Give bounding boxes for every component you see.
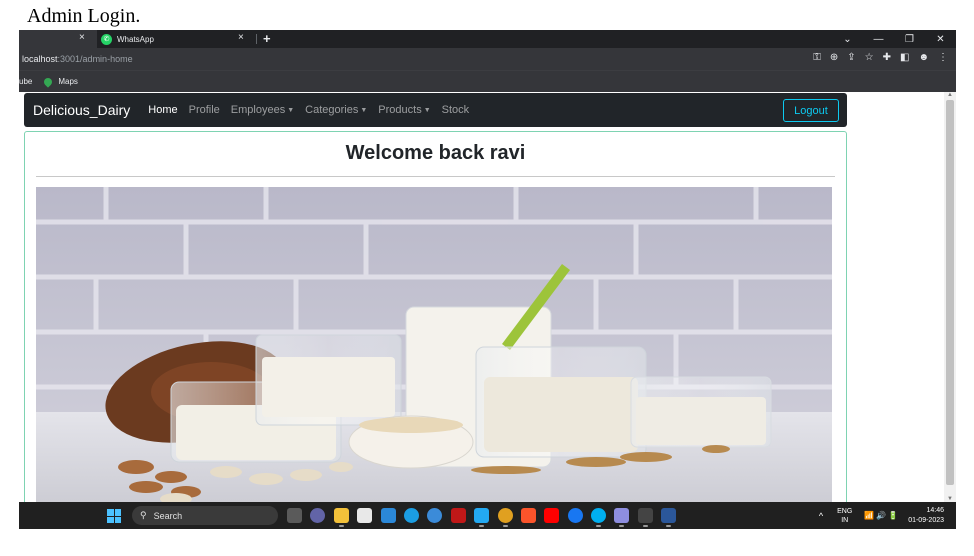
- lang-bottom: IN: [841, 516, 849, 524]
- zoom-icon[interactable]: ⊕: [830, 52, 838, 63]
- browser-tab-whatsapp[interactable]: ✆ WhatsApp ×: [97, 30, 252, 48]
- scroll-up-icon[interactable]: ▲: [947, 92, 953, 98]
- bookmarks-bar: ube Maps: [19, 70, 956, 92]
- url-field[interactable]: localhost:3001/admin-home: [19, 54, 133, 64]
- nav-home-label: Home: [148, 104, 178, 116]
- extensions-icon[interactable]: ✚: [883, 52, 891, 63]
- nav-products-dropdown[interactable]: Products ▼: [378, 104, 430, 116]
- word-icon[interactable]: [661, 508, 677, 527]
- browser-tab-previous[interactable]: ×: [19, 30, 97, 48]
- navbar-brand[interactable]: Delicious_Dairy: [33, 102, 130, 118]
- profile-icon[interactable]: ☻: [918, 52, 929, 63]
- terminal-icon[interactable]: [637, 508, 653, 527]
- star-icon[interactable]: ☆: [865, 52, 874, 63]
- taskbar-search-label: Search: [153, 510, 183, 521]
- nav-categories-dropdown[interactable]: Categories ▼: [305, 104, 367, 116]
- start-button-icon[interactable]: [107, 509, 121, 523]
- store-icon[interactable]: [357, 508, 373, 523]
- nav-stock[interactable]: Stock: [442, 104, 470, 116]
- logout-button[interactable]: Logout: [783, 99, 839, 122]
- search-icon: ⚲: [140, 510, 147, 520]
- nav-stock-label: Stock: [441, 104, 470, 116]
- brave-icon[interactable]: [520, 508, 536, 523]
- url-host: localhost: [22, 54, 58, 64]
- nav-products-label: Products: [378, 104, 422, 116]
- tab-close-icon[interactable]: ×: [238, 32, 244, 43]
- tray-chevron-icon[interactable]: ^: [819, 511, 823, 521]
- close-window-icon[interactable]: ✕: [925, 34, 956, 45]
- nav-profile-label: Profile: [188, 104, 220, 116]
- caret-down-icon: ▼: [287, 106, 295, 114]
- restore-icon[interactable]: ❐: [894, 34, 925, 45]
- clock-date: 01-09-2023: [908, 516, 944, 524]
- url-path: :3001/admin-home: [57, 54, 133, 64]
- screenshot: × ✆ WhatsApp × + ⌄ — ❐ ✕ localhost:3001/…: [19, 30, 956, 529]
- tab-close-icon[interactable]: ×: [79, 32, 85, 43]
- figure-caption: Admin Login.: [27, 5, 141, 27]
- bookmark-maps[interactable]: Maps: [58, 77, 78, 86]
- app-icon[interactable]: [614, 508, 630, 527]
- pulse-icon[interactable]: [380, 508, 396, 523]
- divider: [36, 176, 835, 177]
- site-navbar: Delicious_Dairy Home Profile Employees ▼ …: [24, 93, 847, 127]
- page-viewport: Delicious_Dairy Home Profile Employees ▼ …: [19, 92, 956, 511]
- welcome-heading: Welcome back ravi: [345, 142, 526, 164]
- caret-down-icon: ▼: [423, 106, 431, 114]
- mcafee-icon[interactable]: [450, 508, 466, 523]
- share-icon[interactable]: ⇪: [847, 52, 855, 63]
- key-icon[interactable]: ⚿: [813, 52, 821, 63]
- vscode-icon[interactable]: [474, 508, 490, 527]
- minimize-icon[interactable]: —: [863, 34, 894, 45]
- file-explorer-icon[interactable]: [333, 508, 349, 527]
- clock-time: 14:46: [926, 506, 944, 514]
- tab-separator: [256, 34, 257, 44]
- facebook-icon[interactable]: [567, 508, 583, 523]
- toolbar-icons: ⚿ ⊕ ⇪ ☆ ✚ ◧ ☻ ⋮: [813, 52, 948, 63]
- taskbar-search[interactable]: ⚲ Search: [132, 506, 278, 525]
- page-scrollbar[interactable]: ▲ ▼: [944, 92, 956, 502]
- whatsapp-icon: ✆: [101, 33, 112, 45]
- tab-label: WhatsApp: [117, 34, 154, 44]
- meet-icon[interactable]: [310, 508, 326, 523]
- windows-taskbar: ⚲ Search ^ ENG IN 📶🔊🔋 14:46 01-09-2023: [19, 502, 956, 529]
- lang-top: ENG: [837, 507, 853, 515]
- window-controls: ⌄ — ❐ ✕: [832, 30, 956, 48]
- chrome-alt-icon[interactable]: [427, 508, 443, 523]
- bookmark-youtube[interactable]: ube: [19, 77, 32, 86]
- pinned-apps: [287, 508, 685, 527]
- skype-icon[interactable]: [591, 508, 607, 527]
- welcome-card: Welcome back ravi: [24, 131, 847, 511]
- nav-employees-label: Employees: [230, 104, 286, 116]
- taskbar-clock[interactable]: 14:46 01-09-2023: [908, 506, 944, 526]
- youtube-icon[interactable]: [544, 508, 560, 523]
- nav-employees-dropdown[interactable]: Employees ▼: [231, 104, 294, 116]
- browser-tabstrip: × ✆ WhatsApp × + ⌄ — ❐ ✕: [19, 30, 956, 48]
- menu-icon[interactable]: ⋮: [938, 52, 948, 63]
- edge-icon[interactable]: [403, 508, 419, 523]
- nav-home[interactable]: Home: [148, 104, 177, 116]
- hero-image: [36, 187, 832, 510]
- sidepanel-icon[interactable]: ◧: [900, 52, 909, 63]
- language-indicator[interactable]: ENG IN: [837, 507, 852, 525]
- caret-down-icon: ▼: [360, 106, 368, 114]
- tab-search-icon[interactable]: ⌄: [832, 34, 863, 45]
- nav-categories-label: Categories: [305, 104, 359, 116]
- address-bar[interactable]: localhost:3001/admin-home ⚿ ⊕ ⇪ ☆ ✚ ◧ ☻ …: [19, 48, 956, 70]
- system-tray: ^ ENG IN 📶🔊🔋 14:46 01-09-2023: [819, 502, 956, 529]
- nav-profile[interactable]: Profile: [189, 104, 220, 116]
- maps-icon: [42, 75, 55, 88]
- scroll-thumb[interactable]: [946, 100, 954, 485]
- new-tab-button[interactable]: +: [263, 31, 271, 46]
- wifi-volume-battery-icons[interactable]: 📶🔊🔋: [864, 511, 900, 520]
- chrome-icon[interactable]: [497, 508, 513, 527]
- task-view-icon[interactable]: [287, 508, 302, 523]
